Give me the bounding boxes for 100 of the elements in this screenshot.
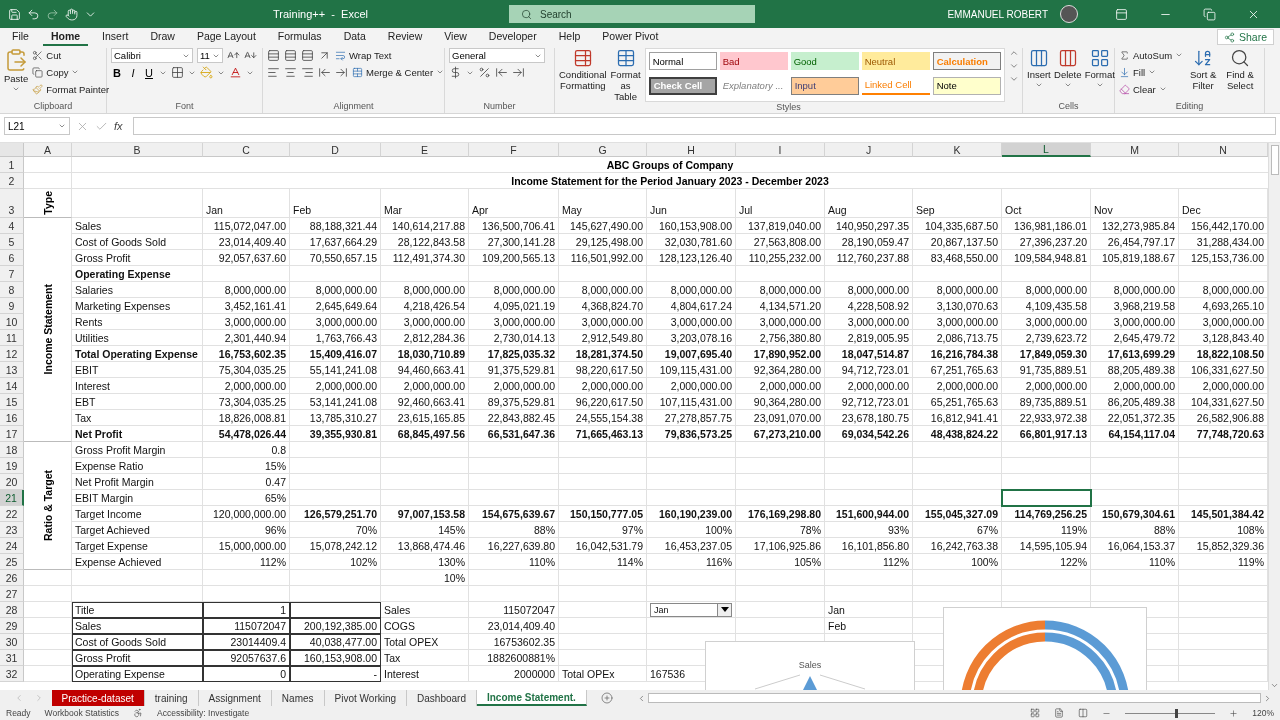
menu-tab[interactable]: Help <box>550 28 589 46</box>
row-header[interactable]: 19 <box>0 458 24 474</box>
column-header[interactable]: M <box>1091 143 1179 157</box>
cell-style[interactable]: Neutral <box>861 52 930 70</box>
name-box[interactable]: L21 <box>4 117 70 135</box>
row-header[interactable]: 12 <box>0 346 24 362</box>
menu-tab[interactable]: Power Pivot <box>594 28 667 46</box>
row-header[interactable]: 17 <box>0 426 24 442</box>
page-break-icon[interactable] <box>1078 708 1089 718</box>
align-right-icon[interactable] <box>301 65 314 79</box>
accessibility-status[interactable]: Accessibility: Investigate <box>157 708 250 718</box>
column-header[interactable]: J <box>825 143 913 157</box>
cell-style[interactable]: Note <box>932 76 1001 95</box>
cell-style[interactable]: Normal <box>648 52 717 70</box>
menu-tab[interactable]: Insert <box>94 28 137 46</box>
column-header[interactable]: K <box>913 143 1002 157</box>
delete-button[interactable]: Delete <box>1054 48 1081 101</box>
row-header[interactable]: 27 <box>0 586 24 602</box>
row-header[interactable]: 18 <box>0 442 24 458</box>
row-header[interactable]: 26 <box>0 570 24 586</box>
menu-tab[interactable]: Data <box>335 28 374 46</box>
column-header[interactable]: F <box>469 143 559 157</box>
month-dropdown[interactable]: Jan <box>650 602 732 617</box>
increase-indent-icon[interactable] <box>335 65 348 79</box>
column-header[interactable]: E <box>381 143 469 157</box>
decrease-decimal-icon[interactable] <box>512 66 525 79</box>
menu-tab[interactable]: Review <box>379 28 431 46</box>
column-header[interactable]: B <box>72 143 203 157</box>
avatar[interactable] <box>1060 5 1078 23</box>
percent-icon[interactable] <box>478 66 491 79</box>
zoom-thumb[interactable] <box>1174 708 1178 718</box>
row-header[interactable]: 1 <box>0 157 24 173</box>
row-header[interactable]: 22 <box>0 506 24 522</box>
add-sheet-icon[interactable] <box>600 692 613 704</box>
row-header[interactable]: 6 <box>0 250 24 266</box>
find-select-button[interactable]: Find & Select <box>1223 48 1258 101</box>
cell-style[interactable]: Good <box>790 52 859 70</box>
row-header[interactable]: 20 <box>0 474 24 490</box>
font-size-select[interactable]: 11 <box>197 48 223 63</box>
column-header[interactable]: C <box>203 143 290 157</box>
bold-button[interactable]: B <box>111 66 123 79</box>
sheet-tab[interactable]: Income Statement. <box>477 690 587 706</box>
underline-button[interactable]: U <box>143 66 155 79</box>
sheet-tab[interactable]: Practice-dataset <box>51 690 145 706</box>
vertical-scrollbar[interactable] <box>1268 143 1280 690</box>
merge-center-button[interactable]: Merge & Center <box>352 65 445 79</box>
undo-icon[interactable] <box>27 7 40 21</box>
row-header[interactable]: 31 <box>0 650 24 666</box>
row-header[interactable]: 29 <box>0 618 24 634</box>
page-layout-icon[interactable] <box>1054 708 1065 718</box>
column-header[interactable]: G <box>559 143 647 157</box>
autosum-button[interactable]: AutoSum <box>1119 48 1184 62</box>
paste-button[interactable]: Paste <box>4 48 29 101</box>
row-header[interactable]: 2 <box>0 173 24 189</box>
row-header[interactable]: 25 <box>0 554 24 570</box>
row-header[interactable]: 28 <box>0 602 24 618</box>
row-header[interactable]: 7 <box>0 266 24 282</box>
row-header[interactable]: 21 <box>0 490 24 506</box>
italic-button[interactable]: I <box>127 66 139 79</box>
row-header[interactable]: 24 <box>0 538 24 554</box>
menu-tab[interactable]: Page Layout <box>188 28 264 46</box>
workbook-statistics[interactable]: Workbook Statistics <box>44 708 120 718</box>
row-header[interactable]: 5 <box>0 234 24 250</box>
more-icon[interactable] <box>1008 74 1019 84</box>
column-header[interactable]: H <box>647 143 736 157</box>
ribbon-display-icon[interactable] <box>1114 7 1128 21</box>
cell-style[interactable]: Bad <box>719 52 788 70</box>
copy-button[interactable]: Copy <box>32 65 110 79</box>
row-header[interactable]: 9 <box>0 298 24 314</box>
fill-color-icon[interactable] <box>200 66 213 79</box>
normal-view-icon[interactable] <box>1030 708 1041 718</box>
row-header[interactable]: 14 <box>0 378 24 394</box>
row-header[interactable]: 13 <box>0 362 24 378</box>
format-painter-button[interactable]: Format Painter <box>32 82 110 96</box>
row-header[interactable]: 15 <box>0 394 24 410</box>
wrap-text-button[interactable]: Wrap Text <box>335 48 392 62</box>
formula-field[interactable] <box>132 117 1276 135</box>
clear-button[interactable]: Clear <box>1119 82 1184 96</box>
format-button[interactable]: Format <box>1084 48 1115 101</box>
bottom-align-icon[interactable] <box>301 48 314 62</box>
column-header[interactable]: N <box>1179 143 1268 157</box>
menu-tab[interactable]: Formulas <box>269 28 330 46</box>
share-button[interactable]: Share <box>1216 29 1274 45</box>
format-as-table-button[interactable]: Format as Table <box>610 48 641 102</box>
row-header[interactable]: 3 <box>0 189 24 218</box>
row-header[interactable]: 30 <box>0 634 24 650</box>
zoom-in-icon[interactable] <box>1229 708 1239 718</box>
redo-icon[interactable] <box>46 7 59 21</box>
column-header[interactable]: I <box>736 143 825 157</box>
align-center-icon[interactable] <box>284 65 297 79</box>
top-align-icon[interactable] <box>267 48 280 62</box>
font-family-select[interactable]: Calibri <box>111 48 193 63</box>
scroll-thumb[interactable] <box>1270 145 1279 175</box>
row-header[interactable]: 8 <box>0 282 24 298</box>
menu-tab[interactable]: View <box>436 28 475 46</box>
menu-tab[interactable]: Developer <box>480 28 545 46</box>
menu-tab[interactable]: Draw <box>142 28 183 46</box>
restore-icon[interactable] <box>1202 7 1216 21</box>
column-header[interactable]: D <box>290 143 381 157</box>
menu-tab[interactable]: File <box>4 28 37 46</box>
